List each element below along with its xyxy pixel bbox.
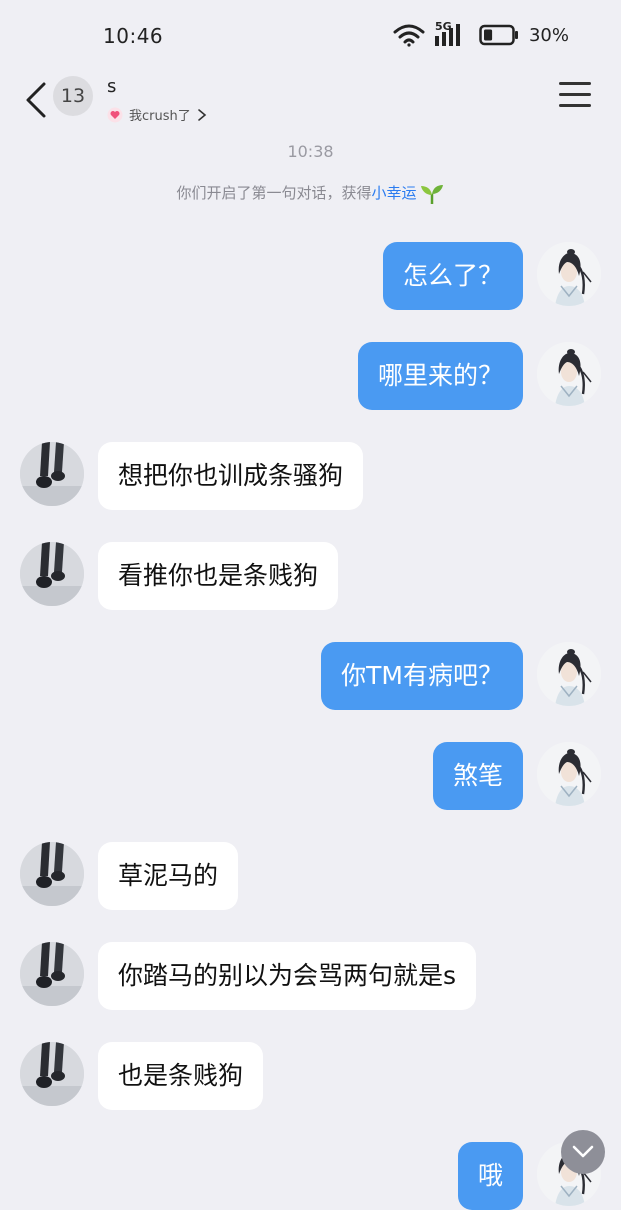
back-button[interactable]	[22, 80, 50, 120]
chevron-left-icon	[26, 82, 46, 118]
received-message-row: 想把你也训成条骚狗	[0, 442, 621, 510]
sent-message-bubble[interactable]: 煞笔	[432, 742, 523, 810]
sent-message-row: 怎么了？	[0, 242, 621, 310]
received-message-bubble[interactable]: 看推你也是条贱狗	[98, 542, 339, 610]
contact-name[interactable]: s	[107, 76, 116, 97]
my-avatar[interactable]	[537, 342, 601, 406]
hamburger-menu-icon	[559, 82, 591, 107]
my-avatar[interactable]	[537, 742, 601, 806]
relationship-label: 我crush了	[129, 109, 191, 124]
system-message: 你们开启了第一句对话，获得小幸运	[0, 182, 621, 204]
chat-header: 13 s 我crush了	[0, 72, 621, 134]
sent-message-row: 哪里来的？	[0, 342, 621, 410]
received-message-row: 草泥马的	[0, 842, 621, 910]
sent-message-bubble[interactable]: 哪里来的？	[357, 342, 523, 410]
status-bar: 10:46 5G 30%	[0, 0, 621, 70]
sprout-icon	[420, 184, 443, 204]
received-message-bubble[interactable]: 想把你也训成条骚狗	[98, 442, 364, 510]
contact-avatar[interactable]	[20, 842, 84, 906]
received-message-row: 也是条贱狗	[0, 1042, 621, 1110]
signal-indicator: 5G	[434, 20, 469, 48]
sent-message-row: 煞笔	[0, 742, 621, 810]
sent-message-bubble[interactable]: 你TM有病吧？	[321, 642, 523, 710]
signal-bars-icon	[434, 24, 460, 46]
system-message-text: 你们开启了第一句对话，获得	[176, 184, 372, 202]
battery-icon	[479, 24, 518, 46]
received-message-bubble[interactable]: 也是条贱狗	[98, 1042, 264, 1110]
chevron-down-icon	[572, 1145, 594, 1158]
sent-message-row: 你TM有病吧？	[0, 642, 621, 710]
my-avatar[interactable]	[537, 242, 601, 306]
my-avatar[interactable]	[537, 642, 601, 706]
chat-timestamp: 10:38	[287, 142, 334, 161]
received-message-row: 你踏马的别以为会骂两句就是s	[0, 942, 621, 1010]
received-message-row: 看推你也是条贱狗	[0, 542, 621, 610]
chat-messages[interactable]: 10:38 你们开启了第一句对话，获得小幸运 怎么了？ 哪里来的？ 想把你也训成条骚…	[0, 134, 621, 1210]
lucky-highlight: 小幸运	[371, 184, 417, 202]
battery-percent: 30%	[528, 24, 569, 46]
contact-avatar[interactable]	[20, 542, 84, 606]
sent-message-bubble[interactable]: 怎么了？	[382, 242, 523, 310]
wifi-icon	[393, 24, 425, 47]
received-message-bubble[interactable]: 草泥马的	[98, 842, 239, 910]
heart-badge-icon	[107, 107, 123, 122]
contact-avatar[interactable]	[20, 942, 84, 1006]
scroll-down-button[interactable]	[561, 1130, 605, 1174]
chevron-right-icon	[197, 108, 206, 121]
status-icons: 5G 30%	[393, 20, 569, 48]
received-message-bubble[interactable]: 你踏马的别以为会骂两句就是s	[98, 942, 477, 1010]
status-time: 10:46	[103, 24, 164, 48]
unread-count-badge[interactable]: 13	[53, 76, 93, 116]
contact-avatar[interactable]	[20, 442, 84, 506]
relationship-status[interactable]: 我crush了	[107, 105, 207, 124]
contact-avatar[interactable]	[20, 1042, 84, 1106]
menu-button[interactable]	[559, 82, 591, 110]
